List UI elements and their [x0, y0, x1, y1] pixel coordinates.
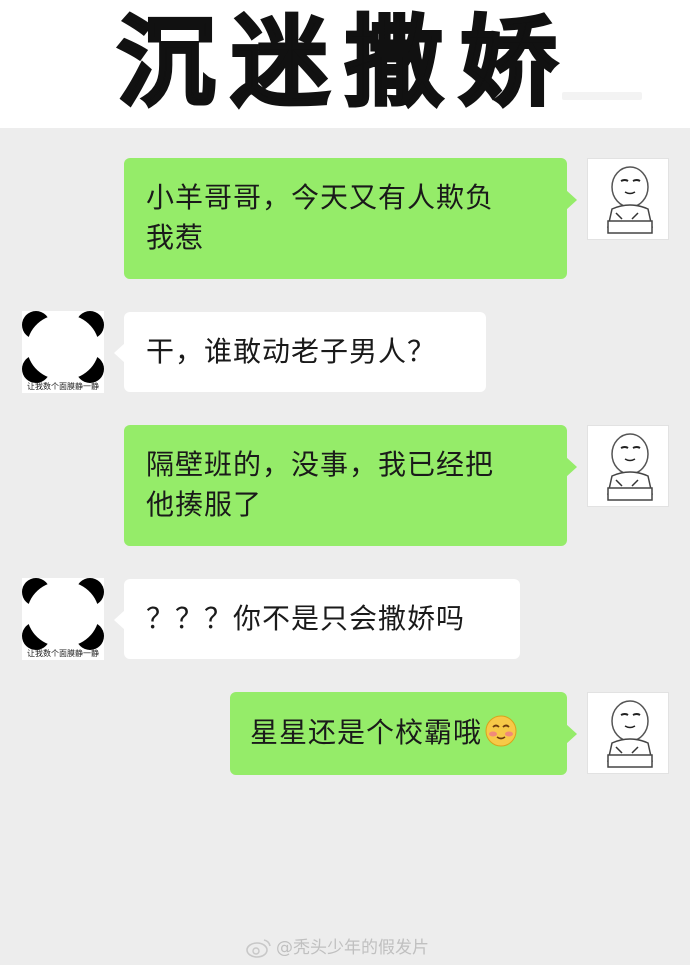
panda-icon [22, 578, 104, 650]
avatar-meme[interactable] [587, 425, 669, 507]
avatar-meme[interactable] [587, 692, 669, 774]
message-text-1a: 小羊哥哥，今天又有人欺负 [146, 181, 495, 214]
shy-face-emoji-icon [485, 715, 517, 747]
meme-face-icon [607, 166, 653, 234]
message-text-1b: 我惹 [146, 221, 205, 254]
avatar-caption: 让我数个面膜静一静 [27, 649, 99, 658]
watermark-text: @秃头少年的假发片 [276, 938, 429, 958]
avatar-meme[interactable] [587, 158, 669, 240]
bubble-tail [566, 190, 577, 210]
meme-face-icon [607, 433, 653, 501]
page-title: 沉迷撒娇 [115, 6, 573, 120]
avatar-panda[interactable]: 让我数个面膜静一静 [22, 311, 104, 393]
message-text-2: 干，谁敢动老子男人？ [146, 335, 437, 368]
avatar-panda[interactable]: 让我数个面膜静一静 [22, 578, 104, 660]
bubble-tail [566, 457, 577, 477]
header-banner: 沉迷撒娇 [0, 0, 690, 128]
message-text-5: 星星还是个校霸哦 [250, 716, 483, 749]
decorative-mark [562, 92, 642, 100]
message-bubble-3[interactable]: 隔壁班的，没事，我已经把 他揍服了 [124, 425, 567, 546]
panda-icon [22, 311, 104, 383]
message-bubble-5[interactable]: 星星还是个校霸哦 [230, 692, 567, 775]
message-bubble-4[interactable]: ？？？你不是只会撒娇吗 [124, 579, 520, 659]
bubble-tail [566, 724, 577, 744]
message-text-4: ？？？你不是只会撒娇吗 [146, 602, 466, 635]
message-text-3b: 他揍服了 [146, 488, 263, 521]
meme-face-icon [607, 700, 653, 768]
message-text-3a: 隔壁班的，没事，我已经把 [146, 448, 495, 481]
message-bubble-2[interactable]: 干，谁敢动老子男人？ [124, 312, 486, 392]
avatar-caption: 让我数个面膜静一静 [27, 382, 99, 391]
weibo-icon [246, 939, 271, 958]
message-bubble-1[interactable]: 小羊哥哥，今天又有人欺负 我惹 [124, 158, 567, 279]
